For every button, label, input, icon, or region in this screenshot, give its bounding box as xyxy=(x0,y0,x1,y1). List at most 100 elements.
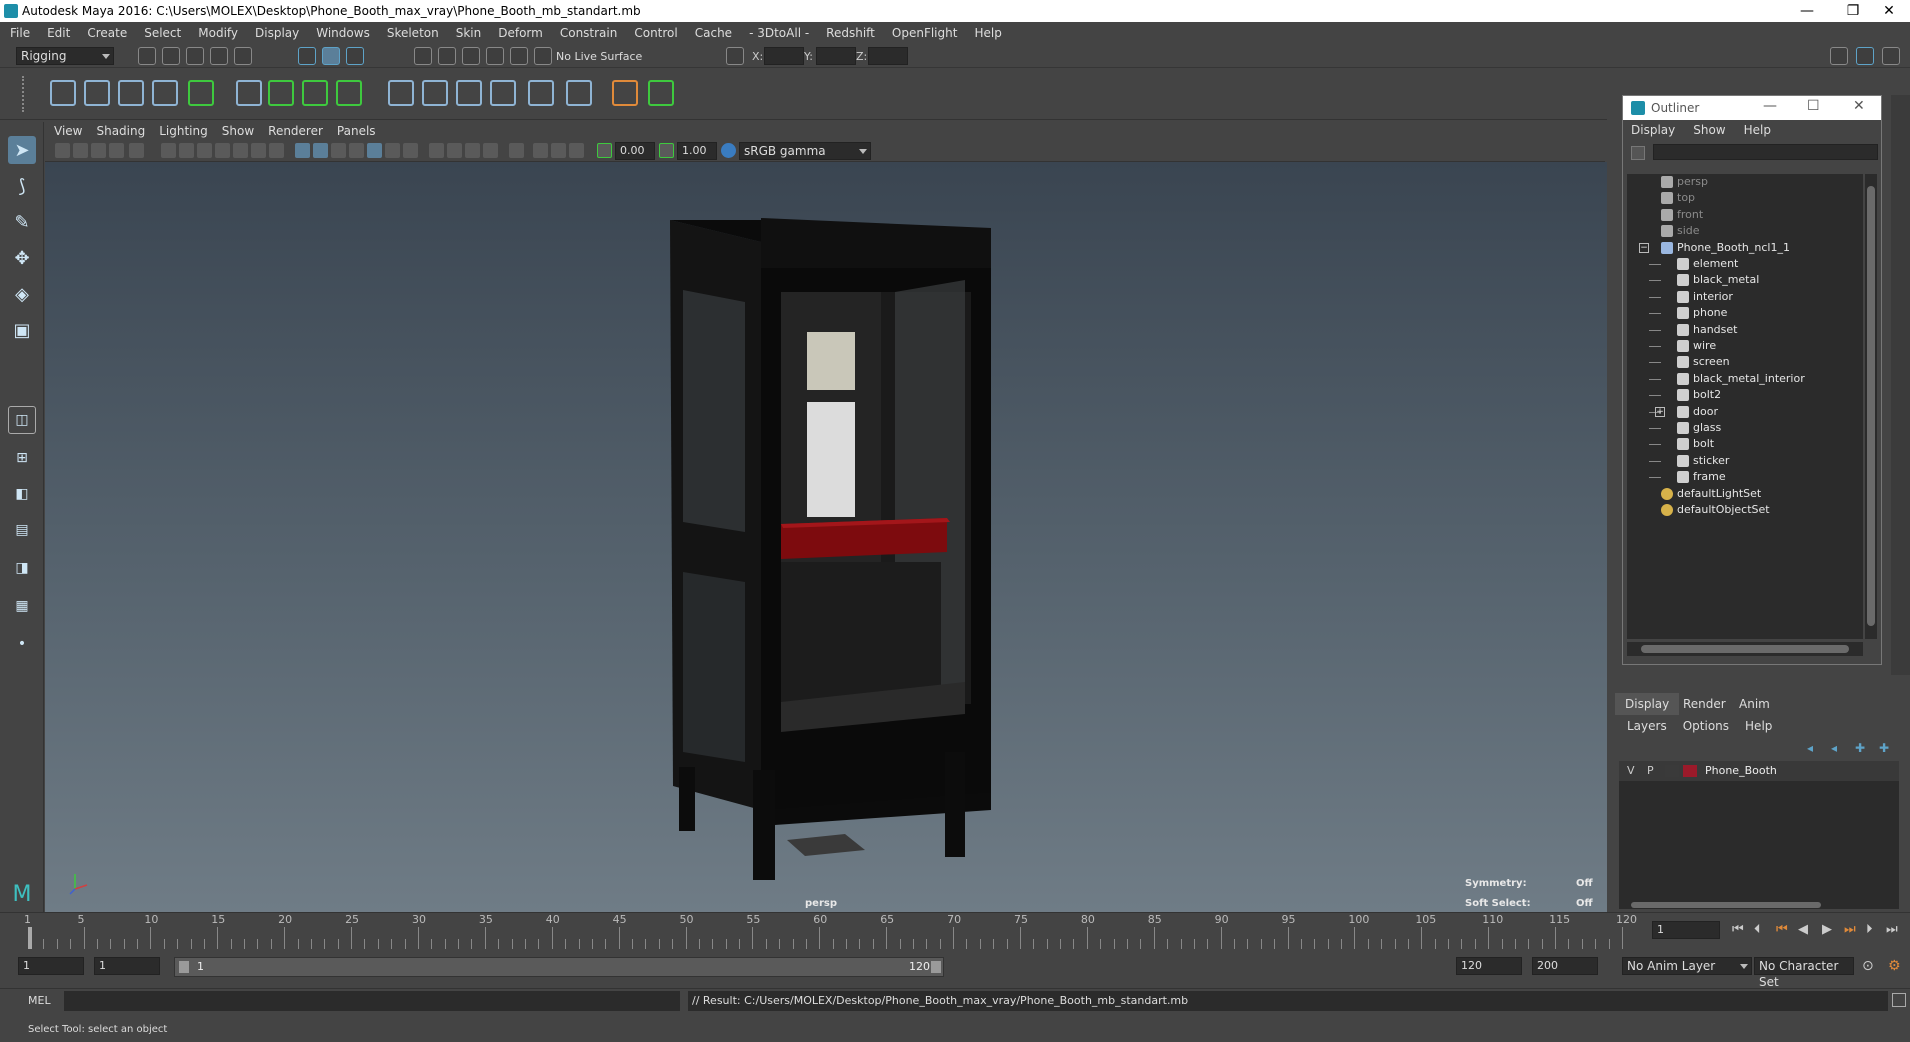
menu-display[interactable]: Display xyxy=(255,26,299,40)
command-language-label[interactable]: MEL xyxy=(28,994,51,1007)
animation-start-field[interactable]: 1 xyxy=(18,957,84,975)
panel-menu-renderer[interactable]: Renderer xyxy=(268,124,323,138)
undo-icon[interactable] xyxy=(210,47,228,65)
layer-tab-anim[interactable]: Anim xyxy=(1729,693,1780,715)
outliner-filter-icon[interactable] xyxy=(1631,146,1645,160)
character-set-dropdown[interactable]: No Character Set xyxy=(1754,957,1854,989)
play-forwards-icon[interactable]: ▶ xyxy=(1822,922,1832,937)
command-input[interactable] xyxy=(64,991,680,1011)
menu-skin[interactable]: Skin xyxy=(456,26,482,40)
outliner-minimize-icon[interactable]: — xyxy=(1763,98,1777,114)
pole-vector-icon[interactable] xyxy=(566,80,592,106)
persp-graph-layout-icon[interactable]: ▤ xyxy=(8,516,36,544)
exposure-field[interactable]: 0.00 xyxy=(615,142,655,160)
range-start-handle[interactable] xyxy=(179,961,189,973)
shelf-handle-icon[interactable] xyxy=(22,76,30,112)
expand-icon[interactable]: + xyxy=(1655,406,1665,417)
gate-mask-icon[interactable] xyxy=(215,143,230,158)
exposure-icon[interactable] xyxy=(597,143,612,158)
collapse-icon[interactable]: − xyxy=(1639,242,1649,253)
outliner-close-icon[interactable]: ✕ xyxy=(1853,98,1865,114)
menu-create[interactable]: Create xyxy=(87,26,127,40)
panel-menu-show[interactable]: Show xyxy=(222,124,254,138)
layer-h-scrollbar[interactable] xyxy=(1619,901,1899,909)
layer-display-type[interactable] xyxy=(1665,765,1679,777)
shadows-icon[interactable] xyxy=(403,143,418,158)
persp-outliner-layout-icon[interactable]: ◧ xyxy=(8,480,36,508)
camera-attributes-icon[interactable] xyxy=(73,143,88,158)
new-empty-layer-icon[interactable]: ✚ xyxy=(1855,741,1869,755)
perspective-viewport[interactable]: persp Symmetry: Off Soft Select: Off xyxy=(45,162,1607,912)
new-layer-selected-icon[interactable]: ✚ xyxy=(1879,741,1893,755)
step-back-frame-icon[interactable]: ⏴ xyxy=(1754,922,1761,937)
layer-tab-render[interactable]: Render xyxy=(1673,693,1736,715)
select-object-icon[interactable] xyxy=(322,47,340,65)
film-gate-icon[interactable] xyxy=(179,143,194,158)
rotate-tool-icon[interactable]: ◈ xyxy=(8,280,36,308)
layer-playback-toggle[interactable]: P xyxy=(1647,761,1654,781)
anim-layer-dropdown[interactable]: No Anim Layer xyxy=(1622,957,1752,975)
step-forward-key-icon[interactable]: ⏭ xyxy=(1844,922,1856,937)
snap-point-icon[interactable] xyxy=(462,47,480,65)
color-space-dropdown[interactable]: sRGB gamma xyxy=(739,142,871,160)
range-end-handle[interactable] xyxy=(931,961,941,973)
use-default-material-icon[interactable] xyxy=(331,143,346,158)
grid-toggle-icon[interactable] xyxy=(161,143,176,158)
panel-menu-lighting[interactable]: Lighting xyxy=(159,124,208,138)
x-field[interactable] xyxy=(764,47,804,65)
menu-edit[interactable]: Edit xyxy=(47,26,70,40)
outliner-titlebar[interactable]: Outliner — ☐ ✕ xyxy=(1623,96,1881,120)
playback-start-field[interactable]: 1 xyxy=(94,957,160,975)
image-plane-icon[interactable] xyxy=(109,143,124,158)
make-live-icon[interactable] xyxy=(510,47,528,65)
safe-action-icon[interactable] xyxy=(251,143,266,158)
locator-icon[interactable] xyxy=(188,80,214,106)
orient-constraint-icon[interactable] xyxy=(456,80,482,106)
animation-end-field[interactable]: 200 xyxy=(1532,957,1598,975)
outliner-menu-show[interactable]: Show xyxy=(1693,123,1725,137)
select-tool-icon[interactable]: ➤ xyxy=(8,136,36,164)
single-perspective-layout-icon[interactable]: ◫ xyxy=(8,406,36,434)
time-ruler[interactable]: 1 5 10 15 20 25 30 35 40 45 50 55 60 65 70 75 80 85 90 95 10… xyxy=(24,913,1642,949)
xray-joints-icon[interactable] xyxy=(569,143,584,158)
save-scene-icon[interactable] xyxy=(186,47,204,65)
persp-uv-layout-icon[interactable]: ▦ xyxy=(8,592,36,620)
safe-title-icon[interactable] xyxy=(269,143,284,158)
select-component-icon[interactable] xyxy=(346,47,364,65)
layer-row[interactable]: V P Phone_Booth xyxy=(1619,761,1899,781)
four-view-layout-icon[interactable]: ⊞ xyxy=(8,444,36,472)
scale-constraint-icon[interactable] xyxy=(490,80,516,106)
bookmark-icon[interactable] xyxy=(91,143,106,158)
menu-deform[interactable]: Deform xyxy=(498,26,543,40)
menu-constrain[interactable]: Constrain xyxy=(560,26,618,40)
ik-handle-icon[interactable] xyxy=(84,80,110,106)
add-influence-icon[interactable] xyxy=(612,80,638,106)
gamma-icon[interactable] xyxy=(659,143,674,158)
snap-live-icon[interactable] xyxy=(534,47,552,65)
go-to-end-icon[interactable]: ⏭ xyxy=(1886,922,1898,937)
layer-menu-help[interactable]: Help xyxy=(1745,719,1772,733)
snap-grid-icon[interactable] xyxy=(414,47,432,65)
motion-blur-icon[interactable] xyxy=(447,143,462,158)
field-chart-icon[interactable] xyxy=(233,143,248,158)
blend-shape-icon[interactable] xyxy=(336,80,362,106)
paint-select-tool-icon[interactable]: ✎ xyxy=(8,208,36,236)
script-editor-icon[interactable] xyxy=(1892,993,1906,1007)
outliner-search-input[interactable] xyxy=(1653,144,1878,160)
outliner-menu-help[interactable]: Help xyxy=(1744,123,1771,137)
playback-end-field[interactable]: 120 xyxy=(1456,957,1522,975)
play-backwards-icon[interactable]: ◀ xyxy=(1798,922,1808,937)
parent-constraint-icon[interactable] xyxy=(388,80,414,106)
wireframe-on-shaded-icon[interactable] xyxy=(349,143,364,158)
current-time-marker[interactable] xyxy=(28,927,32,949)
close-window-button[interactable]: ✕ xyxy=(1866,0,1910,22)
layer-tab-display[interactable]: Display xyxy=(1615,693,1680,715)
layer-menu-layers[interactable]: Layers xyxy=(1627,719,1667,733)
aim-constraint-icon[interactable] xyxy=(528,80,554,106)
lasso-tool-icon[interactable]: ⟆ xyxy=(8,172,36,200)
layer-menu-options[interactable]: Options xyxy=(1683,719,1729,733)
open-scene-icon[interactable] xyxy=(162,47,180,65)
side-tabs-strip[interactable] xyxy=(1891,95,1910,675)
cluster-icon[interactable] xyxy=(268,80,294,106)
redo-icon[interactable] xyxy=(234,47,252,65)
